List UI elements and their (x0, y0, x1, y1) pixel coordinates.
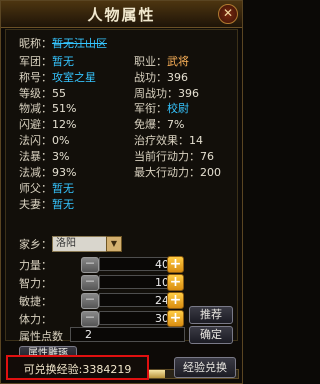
points-value: 2 (70, 327, 185, 342)
info-spouse: 夫妻：暂无 (19, 198, 74, 211)
character-attributes-window: 人物属性 ✕ 昵称：暂无江山区 军团：暂无 称号：攻室之星 等级：55 物减：5… (0, 0, 243, 384)
exchangeable-experience-text: 可兑换经验:3384219 (23, 363, 132, 376)
intelligence-plus-button[interactable]: + (167, 274, 184, 291)
stat-label-intelligence: 智力： (19, 277, 52, 290)
info-nickname: 昵称：暂无江山区 (19, 37, 107, 50)
info-healing: 治疗效果：14 (134, 134, 203, 147)
stat-label-stamina: 体力： (19, 313, 52, 326)
info-current-action-points: 当前行动力：76 (134, 150, 214, 163)
info-magic-dodge: 法闪：0% (19, 134, 70, 147)
hometown-label: 家乡： (19, 238, 52, 251)
info-max-action-points: 最大行动力：200 (134, 166, 221, 179)
info-class: 职业：武将 (134, 55, 189, 68)
info-merit: 战功：396 (134, 71, 188, 84)
info-dodge: 闪避：12% (19, 118, 77, 131)
experience-exchange-button[interactable]: 经验兑换 (174, 357, 236, 378)
info-master: 师父：暂无 (19, 182, 74, 195)
info-rank: 军衔：校尉 (134, 102, 189, 115)
agility-minus-button[interactable]: － (81, 293, 99, 309)
info-crit-immunity: 免爆：7% (134, 118, 185, 131)
recommend-button[interactable]: 推荐 (189, 306, 233, 324)
title-bar[interactable]: 人物属性 ✕ (1, 1, 242, 28)
agility-plus-button[interactable]: + (167, 292, 184, 309)
confirm-button[interactable]: 确定 (189, 326, 233, 344)
strength-minus-button[interactable]: － (81, 257, 99, 273)
exchangeable-experience-box: 可兑换经验:3384219 (6, 355, 149, 380)
info-title: 称号：攻室之星 (19, 71, 96, 84)
info-weekly-merit: 周战功：396 (134, 87, 199, 100)
intelligence-minus-button[interactable]: － (81, 275, 99, 291)
info-physical-reduction: 物减：51% (19, 102, 77, 115)
stat-label-strength: 力量： (19, 259, 52, 272)
stamina-plus-button[interactable]: + (167, 310, 184, 327)
chevron-down-icon[interactable]: ▼ (106, 236, 122, 252)
close-button[interactable]: ✕ (218, 4, 238, 24)
window-title: 人物属性 (87, 6, 156, 24)
info-magic-crit: 法暴：3% (19, 150, 70, 163)
stamina-minus-button[interactable]: － (81, 311, 99, 327)
stat-label-agility: 敏捷： (19, 295, 52, 308)
info-level: 等级：55 (19, 87, 66, 100)
strength-plus-button[interactable]: + (167, 256, 184, 273)
info-magic-reduction: 法减：93% (19, 166, 77, 179)
info-legion: 军团：暂无 (19, 55, 74, 68)
points-label: 属性点数 (19, 330, 63, 343)
hometown-select[interactable]: 洛阳 (52, 236, 107, 252)
